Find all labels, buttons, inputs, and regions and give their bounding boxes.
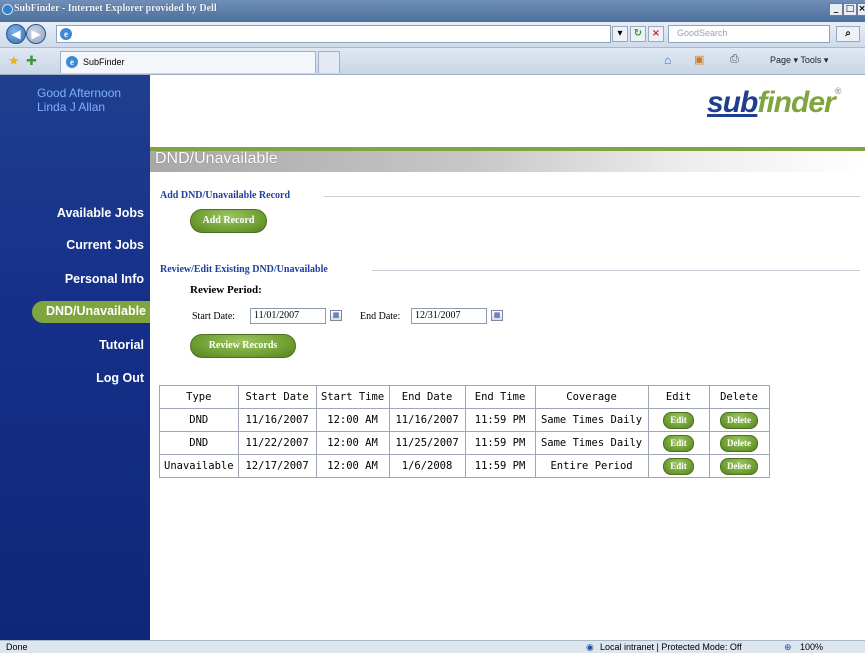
new-tab-button[interactable] [318,51,340,73]
tab-bar: ★ ✚ e SubFinder ⌂ ▣ ⎙ Page ▾ Tools ▾ [0,48,865,75]
table-header-row: Type Start Date Start Time End Date End … [159,385,770,409]
sidebar-item-tutorial[interactable]: Tutorial [99,338,144,352]
end-date-cell: 11/25/2007 [388,431,466,455]
search-icon[interactable]: ⌕ [836,26,860,42]
sidebar-item-log-out[interactable]: Log Out [96,371,144,385]
delete-cell: Delete [708,408,770,432]
column-header: Start Time [315,385,390,409]
window-title: SubFinder - Internet Explorer provided b… [14,3,217,14]
ie-tab-icon: e [66,56,78,68]
ie-page-icon: e [60,28,72,40]
sidebar: Good Afternoon Linda J Allan Available J… [0,75,150,640]
edit-button[interactable]: Edit [663,434,694,452]
start-date-cell: 11/16/2007 [237,408,317,432]
delete-button[interactable]: Delete [720,434,759,452]
type-cell: DND [159,408,239,432]
stop-icon[interactable]: × [648,26,664,42]
subfinder-logo: subfinder® [707,86,841,119]
review-period-label: Review Period: [190,284,262,296]
user-name: Linda J Allan [37,100,106,114]
section-divider [372,270,860,271]
greeting-text: Good Afternoon [37,86,122,100]
feeds-icon[interactable]: ▣ [694,53,704,66]
coverage-cell: Same Times Daily [534,431,649,455]
sidebar-item-personal-info[interactable]: Personal Info [65,272,144,286]
ie-app-icon [2,4,13,15]
delete-button[interactable]: Delete [720,411,759,429]
add-section-heading: Add DND/Unavailable Record [160,190,291,201]
edit-button[interactable]: Edit [663,411,694,429]
page-tools-menu[interactable]: Page ▾ Tools ▾ [770,55,828,66]
end-date-label: End Date: [360,311,401,322]
end-date-cell: 1/6/2008 [388,454,466,478]
search-input[interactable]: GoodSearch [668,25,830,43]
start-date-cell: 12/17/2007 [237,454,317,478]
print-icon[interactable]: ⎙ [730,53,739,66]
start-time-cell: 12:00 AM [315,454,390,478]
delete-button[interactable]: Delete [720,457,759,475]
end-time-cell: 11:59 PM [464,431,536,455]
status-text: Done [6,642,28,652]
end-time-cell: 11:59 PM [464,408,536,432]
address-dropdown-icon[interactable]: ▾ [612,26,628,42]
sidebar-item-available-jobs[interactable]: Available Jobs [57,206,144,220]
table-row: DND 11/22/2007 12:00 AM 11/25/2007 11:59… [159,431,770,455]
column-header: Coverage [534,385,649,409]
forward-arrow-icon[interactable]: ▶ [26,24,46,44]
coverage-cell: Entire Period [534,454,649,478]
minimize-button[interactable]: _ [829,3,843,16]
coverage-cell: Same Times Daily [534,408,649,432]
calendar-icon[interactable]: ▦ [330,310,342,321]
page-title: DND/Unavailable [155,150,278,167]
end-date-input[interactable]: 12/31/2007 [411,308,487,324]
column-header: Edit [647,385,710,409]
security-zone-text: Local intranet | Protected Mode: Off [600,642,742,652]
records-table: Type Start Date Start Time End Date End … [159,385,770,478]
zoom-icon[interactable]: ⊕ [784,642,792,653]
tab-subfinder[interactable]: e SubFinder [60,51,316,73]
table-row: DND 11/16/2007 12:00 AM 11/16/2007 11:59… [159,408,770,432]
home-icon[interactable]: ⌂ [664,53,671,67]
delete-cell: Delete [708,431,770,455]
edit-cell: Edit [647,431,710,455]
column-header: Delete [708,385,770,409]
zoom-level[interactable]: 100% [800,642,823,652]
refresh-icon[interactable]: ↻ [630,26,646,42]
start-date-input[interactable]: 11/01/2007 [250,308,326,324]
end-time-cell: 11:59 PM [464,454,536,478]
start-time-cell: 12:00 AM [315,408,390,432]
close-window-button[interactable]: × [857,3,865,16]
start-time-cell: 12:00 AM [315,431,390,455]
column-header: End Time [464,385,536,409]
column-header: Type [159,385,239,409]
start-date-label: Start Date: [192,311,236,322]
calendar-icon[interactable]: ▦ [491,310,503,321]
edit-cell: Edit [647,454,710,478]
section-divider [324,196,860,197]
type-cell: DND [159,431,239,455]
globe-icon: ◉ [586,642,594,652]
add-favorite-icon[interactable]: ✚ [26,53,37,69]
add-record-button[interactable]: Add Record [190,209,267,233]
type-cell: Unavailable [159,454,239,478]
start-date-cell: 11/22/2007 [237,431,317,455]
back-arrow-icon[interactable]: ◀ [6,24,26,44]
favorites-star-icon[interactable]: ★ [8,53,20,69]
edit-cell: Edit [647,408,710,432]
edit-button[interactable]: Edit [663,457,694,475]
review-section-heading: Review/Edit Existing DND/Unavailable [160,264,328,275]
maximize-button[interactable]: □ [843,3,857,16]
table-row: Unavailable 12/17/2007 12:00 AM 1/6/2008… [159,454,770,478]
end-date-cell: 11/16/2007 [388,408,466,432]
sidebar-item-current-jobs[interactable]: Current Jobs [66,238,144,252]
address-input[interactable]: e [56,25,611,43]
delete-cell: Delete [708,454,770,478]
sidebar-item-dnd-unavailable[interactable]: DND/Unavailable [32,301,150,323]
column-header: End Date [388,385,466,409]
status-bar: Done ◉ Local intranet | Protected Mode: … [0,640,865,653]
window-titlebar: SubFinder - Internet Explorer provided b… [0,0,865,22]
column-header: Start Date [237,385,317,409]
review-records-button[interactable]: Review Records [190,334,296,358]
address-toolbar: ◀ ▶ e ▾ ↻ × GoodSearch ⌕ [0,22,865,48]
